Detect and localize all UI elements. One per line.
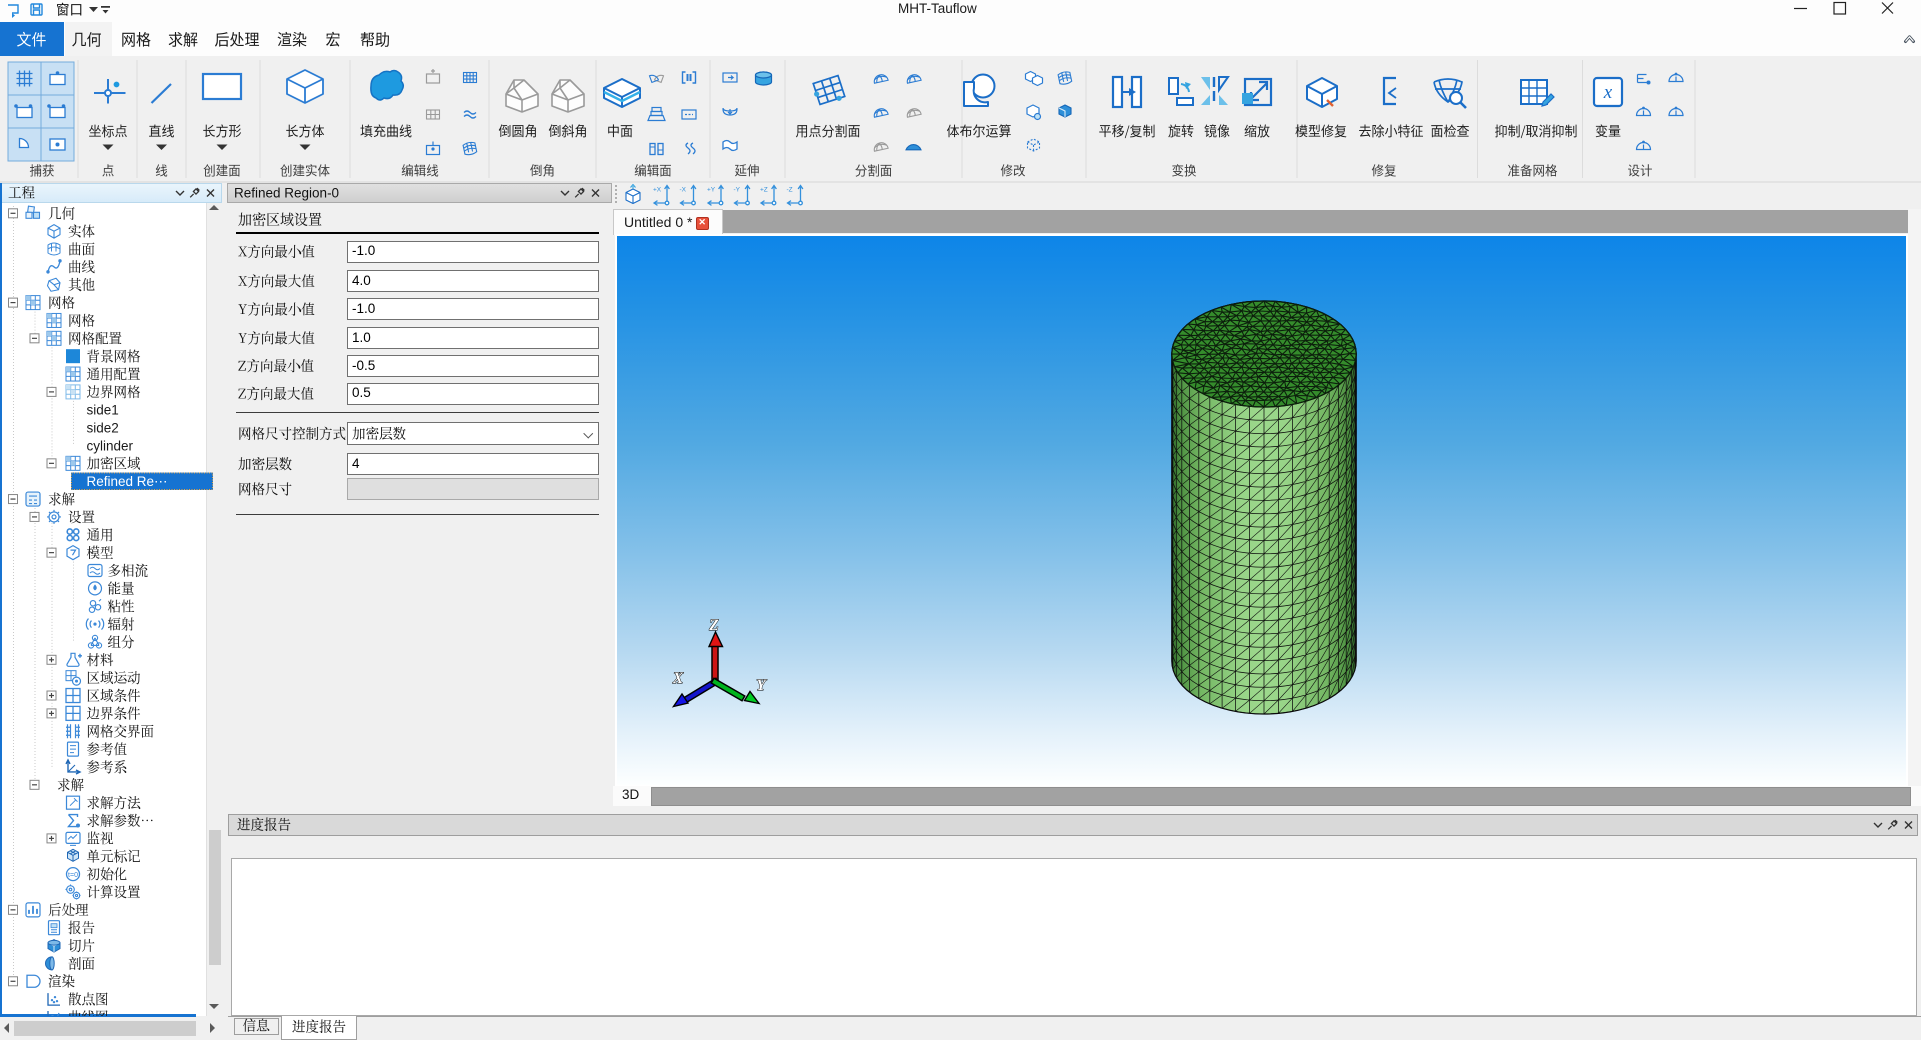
svg-text:Z: Z [708, 617, 719, 634]
svg-text:side2: side2 [87, 420, 119, 435]
svg-text:Refined Re⋯: Refined Re⋯ [87, 474, 168, 489]
svg-text:+Z: +Z [760, 187, 768, 194]
svg-text:+Y: +Y [707, 187, 716, 194]
svg-text:-Y: -Y [734, 187, 741, 194]
svg-text:X: X [672, 670, 684, 687]
svg-text:-X: -X [680, 187, 687, 194]
svg-text:side1: side1 [87, 403, 119, 418]
svg-text:Refined Region-0: Refined Region-0 [234, 186, 339, 201]
svg-text:+X: +X [653, 187, 662, 194]
svg-text:cylinder: cylinder [87, 438, 134, 453]
svg-text:x: x [1603, 82, 1613, 103]
svg-text:-Z: -Z [787, 187, 793, 194]
svg-text:Y: Y [756, 677, 767, 694]
